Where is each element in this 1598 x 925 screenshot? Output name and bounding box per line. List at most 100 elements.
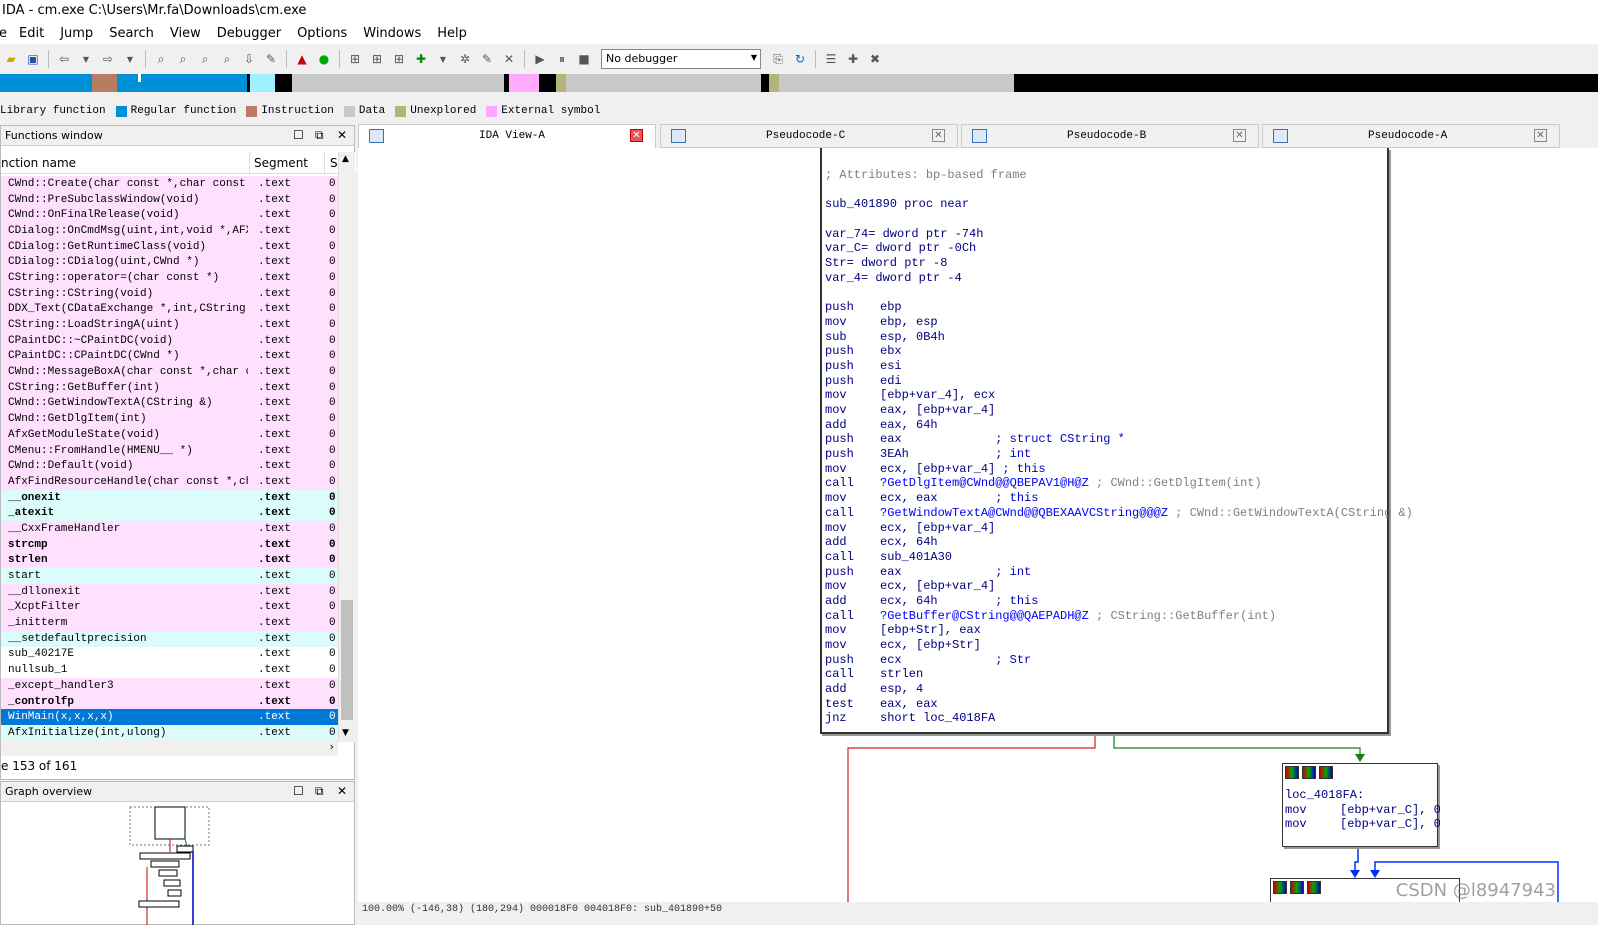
function-row[interactable]: __setdefaultprecision .text 0 <box>1 630 338 647</box>
function-row[interactable]: AfxInitialize(int,ulong) .text 0 <box>1 725 338 741</box>
delete-breakpoint-icon[interactable]: ✖ <box>866 50 884 68</box>
graph-view[interactable]: ; Attributes: bp-based frame sub_401890 … <box>358 148 1598 902</box>
flashlight-icon[interactable]: ✎ <box>262 50 280 68</box>
function-row[interactable]: __dllonexit .text 0 <box>1 583 338 600</box>
close-icon[interactable]: ✕ <box>337 784 347 798</box>
horizontal-scrollbar[interactable]: › <box>1 740 338 756</box>
down-arrow-icon[interactable]: ⇩ <box>240 50 258 68</box>
edit-block-icon[interactable] <box>1290 881 1304 894</box>
menu-jump[interactable]: Jump <box>60 26 93 41</box>
plus-icon[interactable]: ✚ <box>412 50 430 68</box>
restore-icon[interactable]: ⧉ <box>315 784 324 799</box>
pause-icon[interactable]: ⏸ <box>553 50 571 68</box>
chevron-down-icon[interactable]: ▼ <box>77 50 95 68</box>
scroll-thumb[interactable] <box>341 600 353 720</box>
function-row[interactable]: AfxFindResourceHandle(char const *,cha··… <box>1 474 338 490</box>
back-arrow-icon[interactable]: ⇦ <box>55 50 73 68</box>
add-function-icon[interactable]: ⊞ <box>346 50 364 68</box>
menu-windows[interactable]: Windows <box>363 26 421 41</box>
save-icon[interactable]: ▣ <box>24 50 42 68</box>
tab-pseudocode-b[interactable]: Pseudocode-B ✕ <box>961 124 1259 148</box>
restore-icon[interactable]: ⧉ <box>315 128 324 143</box>
edit-icon[interactable]: ✎ <box>478 50 496 68</box>
function-row[interactable]: nullsub_1 .text 0 <box>1 662 338 678</box>
function-row[interactable]: CWnd::OnFinalRelease(void) .text 0 <box>1 207 338 224</box>
function-row[interactable]: CMenu::FromHandle(HMENU__ *) .text 0 <box>1 442 338 459</box>
scroll-right-icon[interactable]: › <box>330 740 334 753</box>
column-segment[interactable]: Segment <box>254 156 308 170</box>
function-row[interactable]: strcmp .text 0 <box>1 536 338 553</box>
function-row[interactable]: CString::operator=(char const *) .text 0 <box>1 270 338 286</box>
tab-pseudocode-c[interactable]: Pseudocode-C ✕ <box>660 124 958 148</box>
call-target[interactable]: ?GetWindowTextA@CWnd@@QBEXAAVCString@@@Z <box>880 506 1168 520</box>
function-row[interactable]: CString::GetBuffer(int) .text 0 <box>1 379 338 396</box>
function-row[interactable]: start .text 0 <box>1 568 338 584</box>
maximize-icon[interactable]: ☐ <box>293 784 304 798</box>
group-block-icon[interactable] <box>1307 881 1321 894</box>
color-block-icon[interactable] <box>1273 881 1287 894</box>
close-icon[interactable]: ✕ <box>932 129 945 142</box>
menu-edit[interactable]: Edit <box>19 26 44 41</box>
function-row[interactable]: _except_handler3 .text 0 <box>1 678 338 694</box>
scroll-up-icon[interactable]: ▲ <box>342 154 349 164</box>
menu-search[interactable]: Search <box>109 26 154 41</box>
function-row[interactable]: _XcptFilter .text 0 <box>1 599 338 616</box>
basic-block-loc_4018FA[interactable]: loc_4018FA: mov [ebp+var_C], 0 mov [ebp+var_… <box>1282 763 1441 847</box>
function-row[interactable]: _controlfp .text 0 <box>1 693 338 710</box>
gear-icon[interactable]: ✲ <box>456 50 474 68</box>
call-target[interactable]: ?GetBuffer@CString@@QAEPADH@Z <box>880 609 1089 623</box>
add-enum-icon[interactable]: ⊞ <box>390 50 408 68</box>
basic-block-sub_401890[interactable]: ; Attributes: bp-based frame sub_401890 … <box>820 148 1413 734</box>
function-row[interactable]: _atexit .text 0 <box>1 505 338 522</box>
menu-help[interactable]: Help <box>437 26 467 41</box>
navigation-band[interactable] <box>0 74 1598 92</box>
binoculars-icon[interactable]: ⌕ <box>174 50 192 68</box>
function-row[interactable]: CDialog::OnCmdMsg(uint,int,void *,AFX_··… <box>1 223 338 239</box>
function-row[interactable]: CWnd::PreSubclassWindow(void) .text 0 <box>1 191 338 208</box>
debugger-select[interactable]: No debugger <box>601 49 761 69</box>
function-row[interactable]: AfxGetModuleState(void) .text 0 <box>1 427 338 443</box>
green-circle-icon[interactable]: ● <box>315 50 333 68</box>
function-row[interactable]: CWnd::Create(char const *,char const *··… <box>1 176 338 192</box>
graph-overview-canvas[interactable] <box>1 804 356 925</box>
close-icon[interactable]: ✕ <box>1534 129 1547 142</box>
function-row[interactable]: CWnd::MessageBoxA(char const *,char co··… <box>1 364 338 380</box>
menu-e[interactable]: e <box>0 26 7 41</box>
function-row[interactable]: WinMain(x,x,x,x) .text 0 <box>1 709 338 726</box>
maximize-icon[interactable]: ☐ <box>293 128 304 142</box>
play-icon[interactable]: ▶ <box>531 50 549 68</box>
function-row[interactable]: CWnd::GetWindowTextA(CString &) .text 0 <box>1 395 338 412</box>
add-breakpoint-icon[interactable]: ✚ <box>844 50 862 68</box>
stop-icon[interactable]: ■ <box>575 50 593 68</box>
column-function-name[interactable]: nction name <box>1 156 76 170</box>
add-struct-icon[interactable]: ⊞ <box>368 50 386 68</box>
close-icon[interactable]: ✕ <box>1233 129 1246 142</box>
function-row[interactable]: CDialog::CDialog(uint,CWnd *) .text 0 <box>1 254 338 271</box>
breakpoint-list-icon[interactable]: ☰ <box>822 50 840 68</box>
color-block-icon[interactable] <box>1285 766 1299 779</box>
function-row[interactable]: CString::CString(void) .text 0 <box>1 285 338 302</box>
debug-attach-icon[interactable]: ⎘ <box>769 50 787 68</box>
function-row[interactable]: CWnd::Default(void) .text 0 <box>1 458 338 475</box>
function-row[interactable]: __CxxFrameHandler .text 0 <box>1 521 338 537</box>
chevron-down-icon[interactable]: ▼ <box>434 50 452 68</box>
menu-debugger[interactable]: Debugger <box>217 26 281 41</box>
function-row[interactable]: strlen .text 0 <box>1 552 338 569</box>
close-icon[interactable]: ✕ <box>337 128 347 142</box>
tab-ida-view-a[interactable]: IDA View-A ✕ <box>358 124 656 148</box>
tab-pseudocode-a[interactable]: Pseudocode-A ✕ <box>1262 124 1560 148</box>
binoculars-icon[interactable]: ⌕ <box>218 50 236 68</box>
forward-arrow-icon[interactable]: ⇨ <box>99 50 117 68</box>
chevron-down-icon[interactable]: ▼ <box>121 50 139 68</box>
function-row[interactable]: CWnd::GetDlgItem(int) .text 0 <box>1 411 338 427</box>
call-target[interactable]: ?GetDlgItem@CWnd@@QBEPAV1@H@Z <box>880 476 1089 490</box>
menu-view[interactable]: View <box>170 26 201 41</box>
binoculars-icon[interactable]: ⌕ <box>196 50 214 68</box>
functions-scrollbar[interactable]: ▲ ▼ <box>338 152 355 742</box>
scroll-down-icon[interactable]: ▼ <box>342 728 349 738</box>
function-row[interactable]: CString::LoadStringA(uint) .text 0 <box>1 317 338 333</box>
binoculars-icon[interactable]: ⌕ <box>152 50 170 68</box>
function-row[interactable]: CDialog::GetRuntimeClass(void) .text 0 <box>1 238 338 255</box>
menu-options[interactable]: Options <box>297 26 347 41</box>
function-row[interactable]: _initterm .text 0 <box>1 615 338 631</box>
